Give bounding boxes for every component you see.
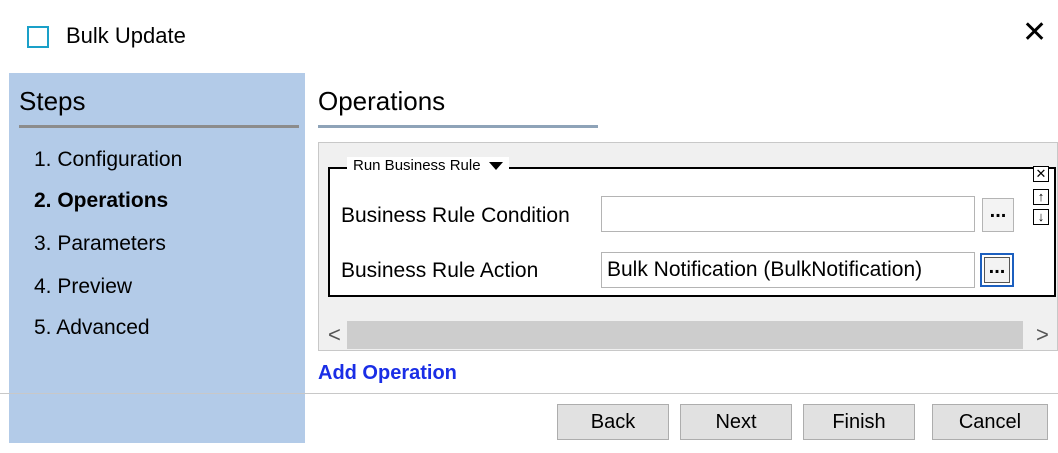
steps-title: Steps [19, 86, 86, 116]
step-preview[interactable]: 4. Preview [34, 275, 132, 299]
step-configuration[interactable]: 1. Configuration [34, 148, 182, 172]
scroll-left-icon[interactable]: < [328, 320, 341, 350]
move-down-icon[interactable]: ↓ [1033, 209, 1049, 225]
dropdown-arrow-icon [488, 162, 503, 171]
condition-label: Business Rule Condition [341, 204, 570, 227]
step-parameters[interactable]: 3. Parameters [34, 232, 166, 256]
cancel-button[interactable]: Cancel [932, 404, 1048, 440]
window-title: Bulk Update [66, 23, 186, 48]
condition-field[interactable] [601, 196, 975, 232]
move-up-icon[interactable]: ↑ [1033, 189, 1049, 205]
remove-operation-icon[interactable]: ✕ [1033, 166, 1049, 182]
back-button[interactable]: Back [557, 404, 669, 440]
step-advanced[interactable]: 5. Advanced [34, 316, 150, 340]
operations-divider [318, 125, 598, 128]
scrollbar-thumb[interactable] [347, 321, 1023, 349]
action-browse-button[interactable]: ... [980, 253, 1014, 287]
next-button[interactable]: Next [680, 404, 792, 440]
steps-divider [19, 125, 299, 128]
step-operations[interactable]: 2. Operations [34, 189, 168, 213]
condition-browse-button[interactable]: ... [982, 198, 1014, 232]
close-icon[interactable]: ✕ [1022, 18, 1047, 48]
steps-panel [9, 73, 305, 443]
page-title: Operations [318, 86, 446, 116]
footer-divider [0, 393, 1058, 394]
action-label: Business Rule Action [341, 259, 539, 282]
add-operation-link[interactable]: Add Operation [318, 362, 457, 385]
scroll-right-icon[interactable]: > [1036, 320, 1049, 350]
window-icon [27, 26, 49, 48]
action-field[interactable]: Bulk Notification (BulkNotification) [601, 252, 975, 288]
operation-type-label: Run Business Rule [353, 157, 481, 174]
finish-button[interactable]: Finish [803, 404, 915, 440]
operation-type-dropdown[interactable]: Run Business Rule [347, 157, 509, 175]
